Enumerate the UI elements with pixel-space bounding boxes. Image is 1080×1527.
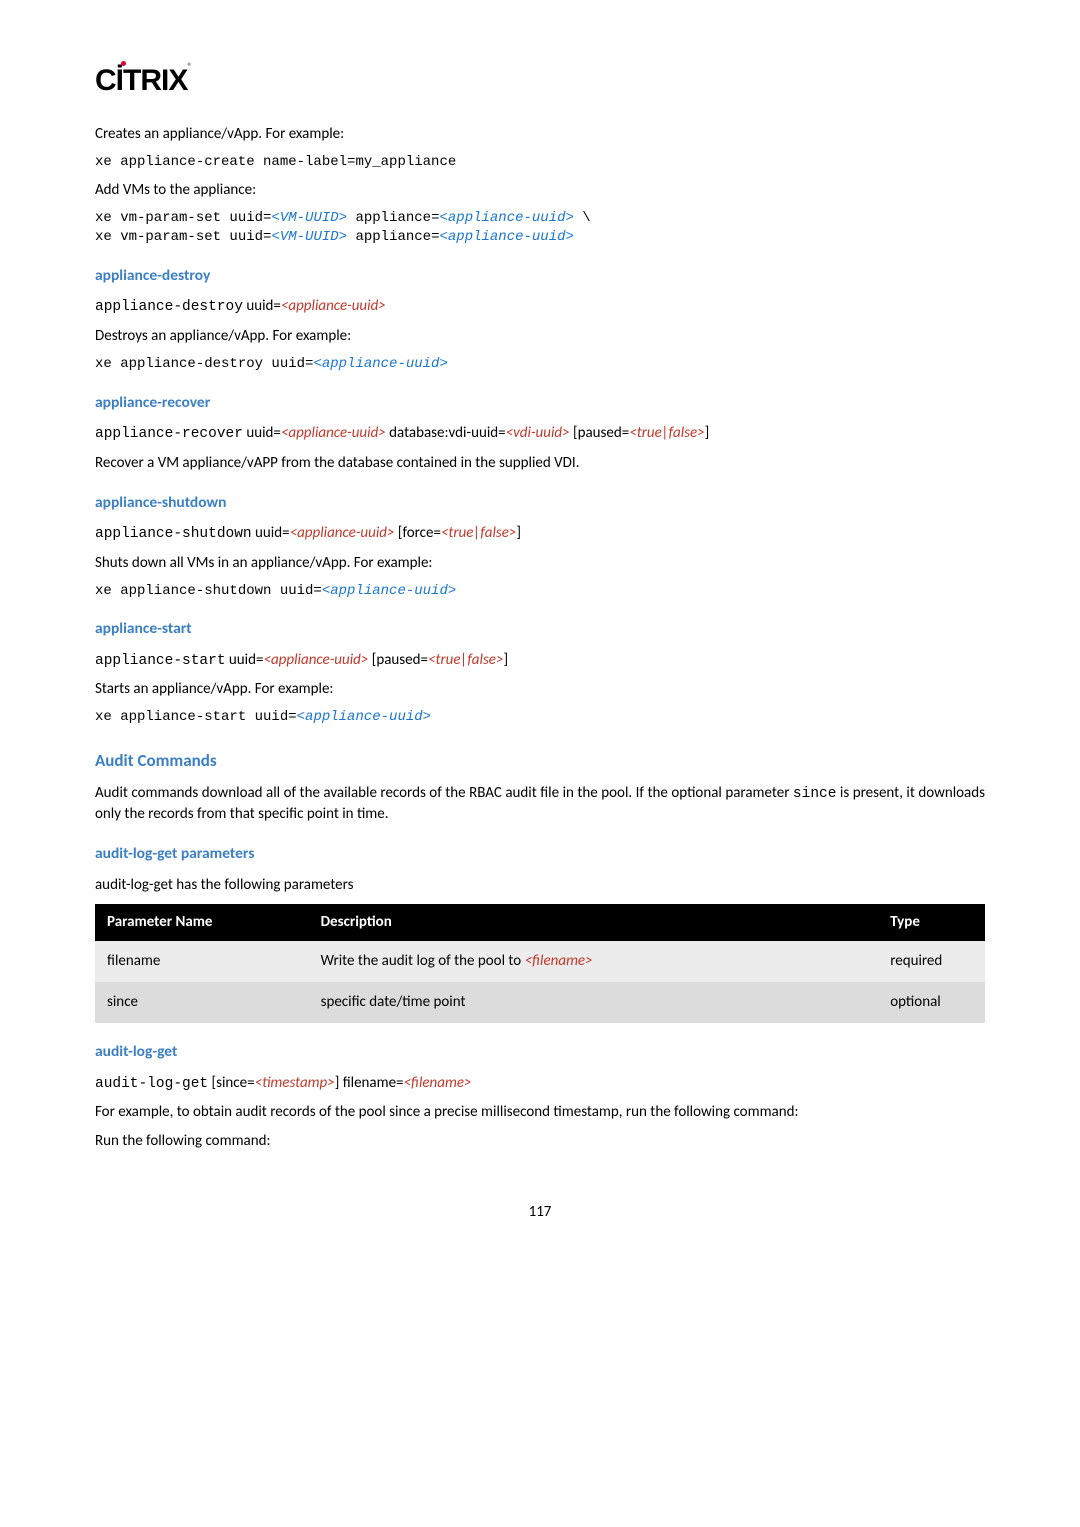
page-number: 117 bbox=[95, 1202, 985, 1223]
code-text: xe appliance-destroy uuid= bbox=[95, 356, 313, 372]
code-param: <VM-UUID> bbox=[271, 210, 347, 226]
code-text: ] bbox=[503, 651, 508, 669]
code-text: appliance-shutdown bbox=[95, 526, 252, 542]
paragraph: Shuts down all VMs in an appliance/vApp.… bbox=[95, 553, 985, 574]
logo-reg: ® bbox=[187, 60, 192, 73]
table-cell: filename bbox=[95, 941, 309, 982]
code-text: uuid= bbox=[226, 651, 264, 669]
code-text: appliance-recover bbox=[95, 426, 243, 442]
paragraph: Audit commands download all of the avail… bbox=[95, 783, 985, 825]
table-header: Type bbox=[878, 904, 985, 941]
command-syntax: appliance-start uuid=<appliance-uuid> [p… bbox=[95, 650, 985, 671]
code-param: <appliance-uuid> bbox=[322, 583, 456, 599]
code-param: <appliance-uuid> bbox=[290, 524, 395, 542]
paragraph: Run the following command: bbox=[95, 1131, 985, 1152]
code-param: <appliance-uuid> bbox=[263, 651, 368, 669]
paragraph: Destroys an appliance/vApp. For example: bbox=[95, 326, 985, 347]
heading-appliance-start: appliance-start bbox=[95, 618, 985, 640]
heading-audit-log-get-parameters: audit-log-get parameters bbox=[95, 843, 985, 865]
code-param: <appliance-uuid> bbox=[313, 356, 447, 372]
table-cell: required bbox=[878, 941, 985, 982]
code-param: <appliance-uuid> bbox=[297, 709, 431, 725]
heading-appliance-recover: appliance-recover bbox=[95, 392, 985, 414]
code-text: appliance= bbox=[347, 210, 439, 226]
paragraph: Creates an appliance/vApp. For example: bbox=[95, 124, 985, 145]
code-text: ] filename= bbox=[335, 1074, 404, 1092]
code-text: uuid= bbox=[243, 297, 281, 315]
code-text: appliance-destroy bbox=[95, 299, 243, 315]
code-text: xe vm-param-set uuid= bbox=[95, 229, 271, 245]
table-cell: optional bbox=[878, 982, 985, 1023]
cell-param: <filename> bbox=[525, 952, 593, 970]
heading-appliance-destroy: appliance-destroy bbox=[95, 265, 985, 287]
code-param: <true|false> bbox=[441, 524, 516, 542]
paragraph: audit-log-get has the following paramete… bbox=[95, 875, 985, 896]
code-param: <true|false> bbox=[629, 424, 704, 442]
logo-dot-icon bbox=[121, 61, 126, 66]
table-row: filename Write the audit log of the pool… bbox=[95, 941, 985, 982]
code-text: [paused= bbox=[368, 651, 428, 669]
code-param: <appliance-uuid> bbox=[439, 210, 573, 226]
heading-audit-log-get: audit-log-get bbox=[95, 1041, 985, 1063]
code-text: xe appliance-shutdown uuid= bbox=[95, 583, 322, 599]
code-text: since bbox=[793, 786, 837, 802]
paragraph: Recover a VM appliance/vAPP from the dat… bbox=[95, 453, 985, 474]
code-text: \ bbox=[574, 210, 591, 226]
text: Audit commands download all of the avail… bbox=[95, 784, 793, 802]
command-syntax: appliance-destroy uuid=<appliance-uuid> bbox=[95, 296, 985, 317]
code-text: [since= bbox=[208, 1074, 254, 1092]
table-header: Description bbox=[309, 904, 879, 941]
code-param: <timestamp> bbox=[255, 1074, 335, 1092]
code-text: database:vdi-uuid= bbox=[386, 424, 506, 442]
code-text: [paused= bbox=[570, 424, 630, 442]
code-block: xe appliance-create name-label=my_applia… bbox=[95, 153, 985, 172]
code-text: appliance-start bbox=[95, 653, 226, 669]
code-block: xe appliance-shutdown uuid=<appliance-uu… bbox=[95, 582, 985, 601]
code-text: xe vm-param-set uuid= bbox=[95, 210, 271, 226]
code-text: appliance= bbox=[347, 229, 439, 245]
table-cell: specific date/time point bbox=[309, 982, 879, 1023]
table-row: since specific date/time point optional bbox=[95, 982, 985, 1023]
logo: CİTRIX® bbox=[95, 60, 985, 102]
cell-text: Write the audit log of the pool to bbox=[321, 952, 525, 970]
code-block: xe appliance-destroy uuid=<appliance-uui… bbox=[95, 355, 985, 374]
code-text: uuid= bbox=[252, 524, 290, 542]
code-text: ] bbox=[516, 524, 521, 542]
heading-appliance-shutdown: appliance-shutdown bbox=[95, 492, 985, 514]
command-syntax: audit-log-get [since=<timestamp>] filena… bbox=[95, 1073, 985, 1094]
code-param: <vdi-uuid> bbox=[506, 424, 570, 442]
table-cell: Write the audit log of the pool to <file… bbox=[309, 941, 879, 982]
paragraph: Starts an appliance/vApp. For example: bbox=[95, 679, 985, 700]
code-text: uuid= bbox=[243, 424, 281, 442]
logo-text: CİTRIX bbox=[95, 64, 187, 97]
table-cell: since bbox=[95, 982, 309, 1023]
paragraph: For example, to obtain audit records of … bbox=[95, 1102, 985, 1123]
code-text: ] bbox=[705, 424, 710, 442]
code-param: <appliance-uuid> bbox=[281, 424, 386, 442]
code-param: <VM-UUID> bbox=[271, 229, 347, 245]
table-header: Parameter Name bbox=[95, 904, 309, 941]
code-text: xe appliance-start uuid= bbox=[95, 709, 297, 725]
heading-audit-commands: Audit Commands bbox=[95, 749, 985, 773]
code-text: [force= bbox=[394, 524, 440, 542]
paragraph: Add VMs to the appliance: bbox=[95, 180, 985, 201]
code-block: xe appliance-start uuid=<appliance-uuid> bbox=[95, 708, 985, 727]
code-block: xe vm-param-set uuid=<VM-UUID> appliance… bbox=[95, 209, 985, 247]
parameters-table: Parameter Name Description Type filename… bbox=[95, 904, 985, 1023]
code-param: <appliance-uuid> bbox=[439, 229, 573, 245]
code-param: <appliance-uuid> bbox=[281, 297, 386, 315]
command-syntax: appliance-recover uuid=<appliance-uuid> … bbox=[95, 423, 985, 444]
code-text: audit-log-get bbox=[95, 1076, 208, 1092]
code-param: <filename> bbox=[404, 1074, 472, 1092]
code-param: <true|false> bbox=[428, 651, 503, 669]
command-syntax: appliance-shutdown uuid=<appliance-uuid>… bbox=[95, 523, 985, 544]
